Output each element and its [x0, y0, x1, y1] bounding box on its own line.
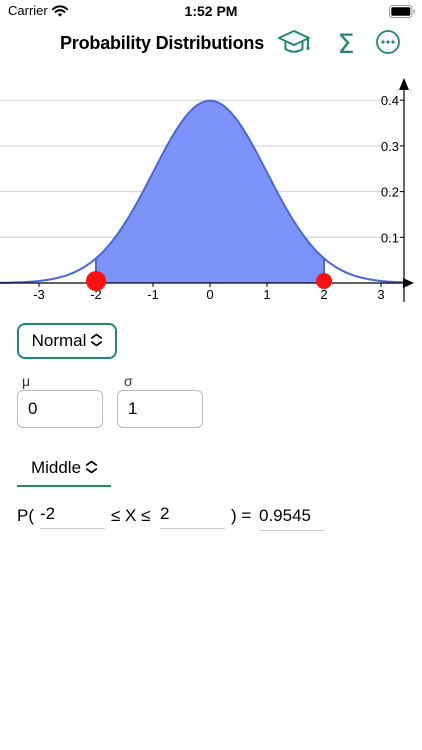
lower-bound-handle[interactable]: [86, 271, 106, 291]
x-tick-label: 1: [263, 287, 270, 302]
page-title: Probability Distributions: [60, 33, 265, 53]
x-tick-label: 3: [377, 287, 384, 302]
probability-result: 0.9545: [259, 506, 325, 531]
y-tick-label: 0.4: [381, 93, 399, 108]
x-axis-arrow: [403, 278, 414, 288]
distribution-chart[interactable]: 0.10.20.30.4-3 -2 -1 0 1 2 3: [0, 76, 422, 304]
more-icon: [375, 29, 401, 60]
status-bar: Carrier 1:52 PM: [0, 0, 422, 24]
lower-bound-input[interactable]: [40, 503, 105, 529]
learn-button[interactable]: [276, 28, 312, 60]
chevron-up-down-icon: [85, 460, 98, 476]
interval-underline: [17, 485, 111, 487]
distribution-select[interactable]: Normal: [17, 323, 117, 359]
y-tick-label: 0.1: [381, 230, 399, 245]
distribution-select-label: Normal: [31, 331, 87, 350]
y-tick-label: 0.2: [381, 185, 399, 200]
equation-suffix: ) =: [231, 506, 252, 525]
sigma-input[interactable]: [117, 390, 203, 428]
mu-input[interactable]: [17, 390, 103, 428]
equation-inequality: ≤ X ≤: [111, 506, 151, 525]
more-button[interactable]: [370, 28, 406, 60]
status-time: 1:52 PM: [184, 3, 238, 19]
x-tick-label: 0: [206, 287, 213, 302]
y-axis-arrow: [399, 78, 409, 90]
upper-bound-input[interactable]: [160, 503, 225, 529]
interval-select-label: Middle: [30, 458, 82, 477]
battery-icon: [389, 5, 416, 23]
x-tick-label: -1: [147, 287, 159, 302]
chevron-up-down-icon: [90, 333, 103, 349]
graduation-cap-icon: [277, 27, 311, 62]
mu-label: μ: [22, 373, 31, 389]
interval-select[interactable]: Middle: [17, 450, 111, 486]
x-tick-label: 2: [320, 287, 327, 302]
y-tick-label: 0.3: [381, 139, 399, 154]
equation-prefix: P(: [17, 506, 34, 525]
x-tick-label: -3: [33, 287, 45, 302]
summary-button[interactable]: Σ: [328, 28, 364, 60]
upper-bound-handle[interactable]: [316, 273, 332, 289]
sigma-icon: Σ: [337, 28, 355, 60]
sigma-label: σ: [124, 373, 133, 389]
